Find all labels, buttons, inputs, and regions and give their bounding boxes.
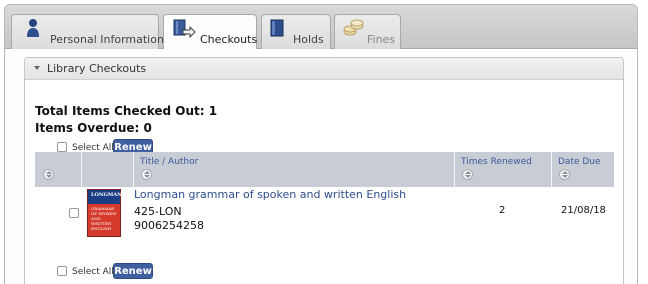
table-header: Title / Author Times Renewed Date Due (35, 152, 614, 187)
tab-label: Holds (293, 33, 324, 46)
select-all-label: Select All (72, 267, 114, 277)
header-times-renewed[interactable]: Times Renewed (454, 152, 551, 187)
tab-checkouts[interactable]: Checkouts (163, 14, 257, 51)
tab-holds[interactable]: Holds (261, 14, 331, 50)
times-renewed-value: 2 (499, 205, 506, 216)
row-checkbox[interactable] (69, 208, 79, 218)
book-title-link[interactable]: Longman grammar of spoken and written En… (134, 188, 406, 201)
header-label: Times Renewed (461, 157, 532, 167)
tab-label: Personal Information (50, 33, 164, 46)
tab-content: Library Checkouts Total Items Checked Ou… (5, 49, 637, 284)
call-number: 425-LON (134, 205, 182, 218)
sort-icon[interactable] (141, 169, 152, 180)
cover-text: GRAMMAR OF SPOKEN AND WRITTEN ENGLISH (91, 206, 117, 231)
cover-publisher: LONGMAN (91, 192, 122, 198)
tab-personal-information[interactable]: Personal Information (11, 14, 164, 50)
tab-bar: Personal Information Checkouts Holds Fin… (5, 5, 637, 51)
barcode: 9006254258 (134, 219, 204, 232)
items-overdue: Items Overdue: 0 (35, 121, 152, 135)
account-window: Personal Information Checkouts Holds Fin… (4, 4, 638, 284)
header-cover-cell (81, 152, 133, 187)
tab-label: Checkouts (200, 33, 258, 46)
tab-fines[interactable]: Fines (334, 14, 401, 50)
sort-icon[interactable] (43, 169, 54, 180)
book-icon (270, 19, 284, 37)
book-arrow-icon (173, 19, 196, 39)
header-label: Title / Author (140, 157, 199, 167)
header-select-cell (35, 152, 81, 187)
tab-label: Fines (367, 33, 396, 46)
header-date-due[interactable]: Date Due (551, 152, 614, 187)
coins-icon (343, 19, 364, 36)
header-title-author[interactable]: Title / Author (133, 152, 454, 187)
select-all-checkbox[interactable] (57, 266, 67, 276)
header-label: Date Due (558, 157, 601, 167)
person-icon (27, 19, 39, 37)
book-cover-image: LONGMAN GRAMMAR OF SPOKEN AND WRITTEN EN… (87, 189, 122, 237)
total-checked-out: Total Items Checked Out: 1 (35, 104, 218, 118)
collapse-triangle-icon[interactable] (34, 66, 40, 70)
panel-header[interactable]: Library Checkouts (25, 58, 623, 80)
panel-title: Library Checkouts (47, 62, 147, 75)
date-due-value: 21/08/18 (561, 205, 606, 216)
sort-icon[interactable] (462, 169, 473, 180)
library-checkouts-panel: Library Checkouts Total Items Checked Ou… (24, 57, 624, 284)
sort-icon[interactable] (559, 169, 570, 180)
select-all-checkbox[interactable] (57, 142, 67, 152)
table-row: LONGMAN GRAMMAR OF SPOKEN AND WRITTEN EN… (35, 188, 614, 244)
renew-button[interactable]: Renew (113, 263, 153, 279)
